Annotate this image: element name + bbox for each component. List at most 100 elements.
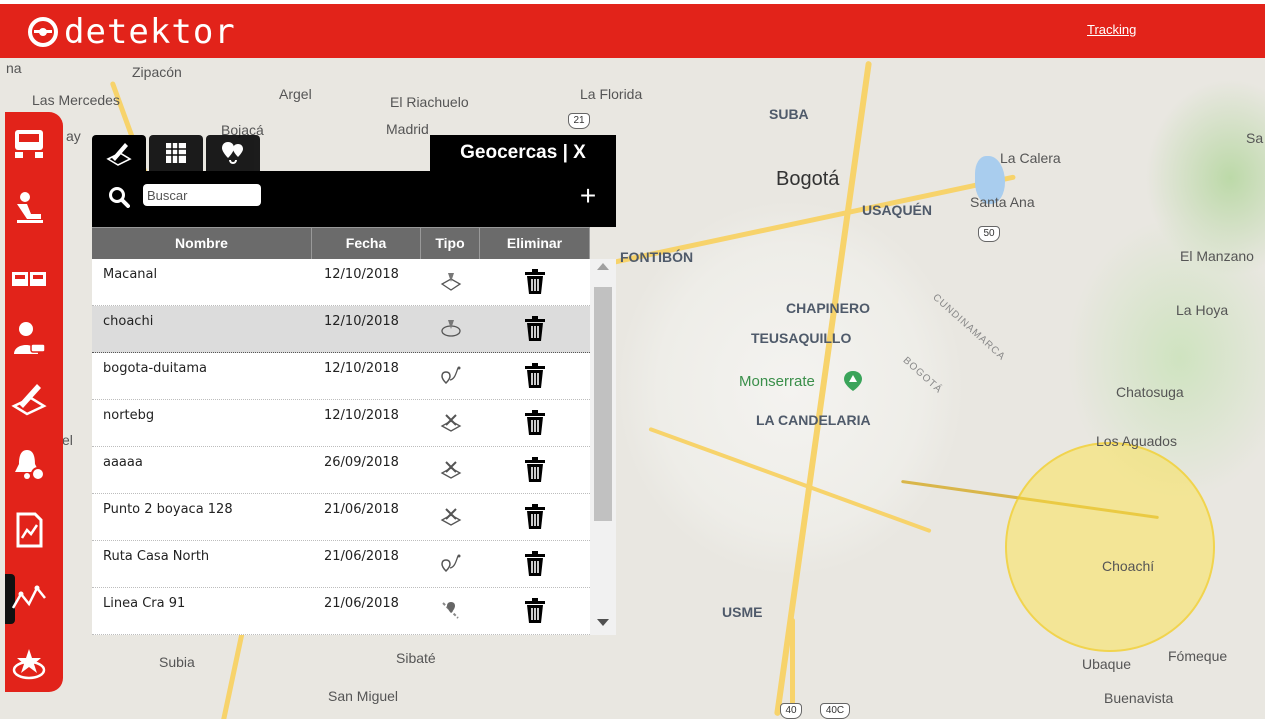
map-label: Buenavista (1104, 690, 1174, 706)
park-pin-icon[interactable] (843, 370, 863, 392)
map-label: USAQUÉN (862, 202, 933, 218)
map-label: ay (66, 128, 81, 144)
panel-title-text: Geocercas | X (460, 142, 586, 163)
map-label: La Florida (580, 86, 643, 102)
panel-title[interactable]: Geocercas | X (430, 135, 616, 171)
geofence-type (421, 400, 480, 446)
circle-type-icon (440, 320, 461, 337)
alert-bell-icon[interactable] (11, 446, 47, 482)
search-icon (109, 187, 130, 208)
table-row[interactable]: Ruta Casa North 21/06/2018 (92, 541, 590, 588)
scroll-up-arrow-icon[interactable] (597, 263, 609, 270)
area-type-icon (440, 461, 461, 479)
add-geofence-button[interactable]: + (574, 181, 602, 211)
geofence-date: 21/06/2018 (324, 502, 399, 517)
tab-map-grid[interactable] (149, 135, 203, 171)
delete-button[interactable] (480, 259, 590, 305)
delete-button[interactable] (480, 400, 590, 446)
map-label: CHAPINERO (786, 300, 871, 316)
map-label: Los Aguados (1096, 433, 1177, 449)
route-shield: 40 (780, 703, 802, 719)
truck-icon[interactable] (11, 126, 47, 162)
scroll-thumb[interactable] (594, 287, 612, 521)
route-type-icon (440, 554, 460, 573)
user-car-icon[interactable] (11, 320, 47, 356)
draw-geofence-icon (106, 143, 132, 166)
map-label: Zipacón (132, 64, 182, 80)
delete-button[interactable] (480, 306, 590, 352)
geofence-name: nortebg (103, 408, 155, 423)
table-row[interactable]: aaaaa 26/09/2018 (92, 447, 590, 494)
trash-icon (525, 269, 545, 294)
geofence-date: 12/10/2018 (324, 408, 399, 423)
geofence-date: 12/10/2018 (324, 361, 399, 376)
geocercas-panel: Geocercas | X + Nombre Fecha Tipo Elimin… (92, 135, 616, 635)
map-label: Ubaque (1082, 656, 1132, 672)
map-label: La Hoya (1176, 302, 1229, 318)
delete-button[interactable] (480, 353, 590, 399)
route-shield: 50 (978, 226, 1000, 242)
map-label: LA CANDELARIA (756, 412, 871, 428)
map-label: BOGOTÁ (900, 355, 945, 396)
column-header-tipo[interactable]: Tipo (421, 228, 480, 259)
table-row[interactable]: nortebg 12/10/2018 (92, 400, 590, 447)
column-header-nombre[interactable]: Nombre (92, 228, 312, 259)
geofence-circle-choachi[interactable] (1005, 442, 1215, 652)
trash-icon (525, 316, 545, 341)
search-input[interactable] (143, 184, 261, 206)
geofence-type (421, 353, 480, 399)
tab-poi[interactable] (206, 135, 260, 171)
tab-geofences[interactable] (92, 135, 146, 171)
delete-button[interactable] (480, 447, 590, 493)
geofence-name: Ruta Casa North (103, 549, 210, 564)
report-icon[interactable] (11, 512, 47, 548)
route-shield: 21 (568, 113, 590, 129)
trash-icon (525, 457, 545, 482)
geofence-name: aaaaa (103, 455, 143, 470)
table-header: Nombre Fecha Tipo Eliminar (92, 227, 590, 259)
map-label: El Riachuelo (390, 94, 469, 110)
column-header-eliminar[interactable]: Eliminar (480, 228, 590, 259)
map-label: Fómeque (1168, 648, 1228, 664)
geofence-name: Macanal (103, 267, 158, 282)
map-grid-icon (166, 143, 186, 163)
geofence-date: 12/10/2018 (324, 267, 399, 282)
column-header-fecha[interactable]: Fecha (312, 228, 421, 259)
table-row[interactable]: choachi 12/10/2018 (92, 306, 590, 353)
table-row[interactable]: bogota-duitama 12/10/2018 (92, 353, 590, 400)
map-label: SUBA (769, 106, 809, 122)
fleet-icon[interactable] (11, 262, 47, 298)
trash-icon (525, 410, 545, 435)
tracking-link[interactable]: Tracking (1087, 22, 1136, 37)
map-label: Santa Ana (970, 194, 1035, 210)
route-type-icon (440, 366, 460, 385)
map-label: Sibaté (396, 650, 436, 666)
geofence-name: choachi (103, 314, 154, 329)
scroll-down-arrow-icon[interactable] (597, 619, 609, 626)
map-label: FONTIBÓN (620, 249, 694, 265)
draw-geofence-icon[interactable] (11, 380, 47, 416)
delete-button[interactable] (480, 588, 590, 634)
geofence-date: 12/10/2018 (324, 314, 399, 329)
table-row[interactable]: Punto 2 boyaca 128 21/06/2018 (92, 494, 590, 541)
map-label: Bogotá (776, 168, 840, 190)
map-label: na (6, 60, 22, 76)
steering-wheel-icon (28, 17, 58, 47)
map-label: Argel (279, 86, 312, 102)
geofence-type (421, 259, 480, 305)
driver-icon[interactable] (11, 190, 47, 226)
table-scrollbar[interactable] (590, 259, 616, 635)
map-label: CUNDINAMARCA (930, 292, 1008, 363)
favorite-place-icon[interactable] (11, 646, 47, 682)
table-row[interactable]: Linea Cra 91 21/06/2018 (92, 588, 590, 635)
detektor-logo[interactable]: detektor (28, 15, 236, 49)
route-icon[interactable] (11, 578, 47, 614)
poi-icon (222, 142, 243, 164)
area-type-icon (440, 414, 461, 432)
delete-button[interactable] (480, 494, 590, 540)
trash-icon (525, 504, 545, 529)
delete-button[interactable] (480, 541, 590, 587)
geofence-type (421, 306, 480, 352)
table-row[interactable]: Macanal 12/10/2018 (92, 259, 590, 306)
geofence-date: 21/06/2018 (324, 596, 399, 611)
